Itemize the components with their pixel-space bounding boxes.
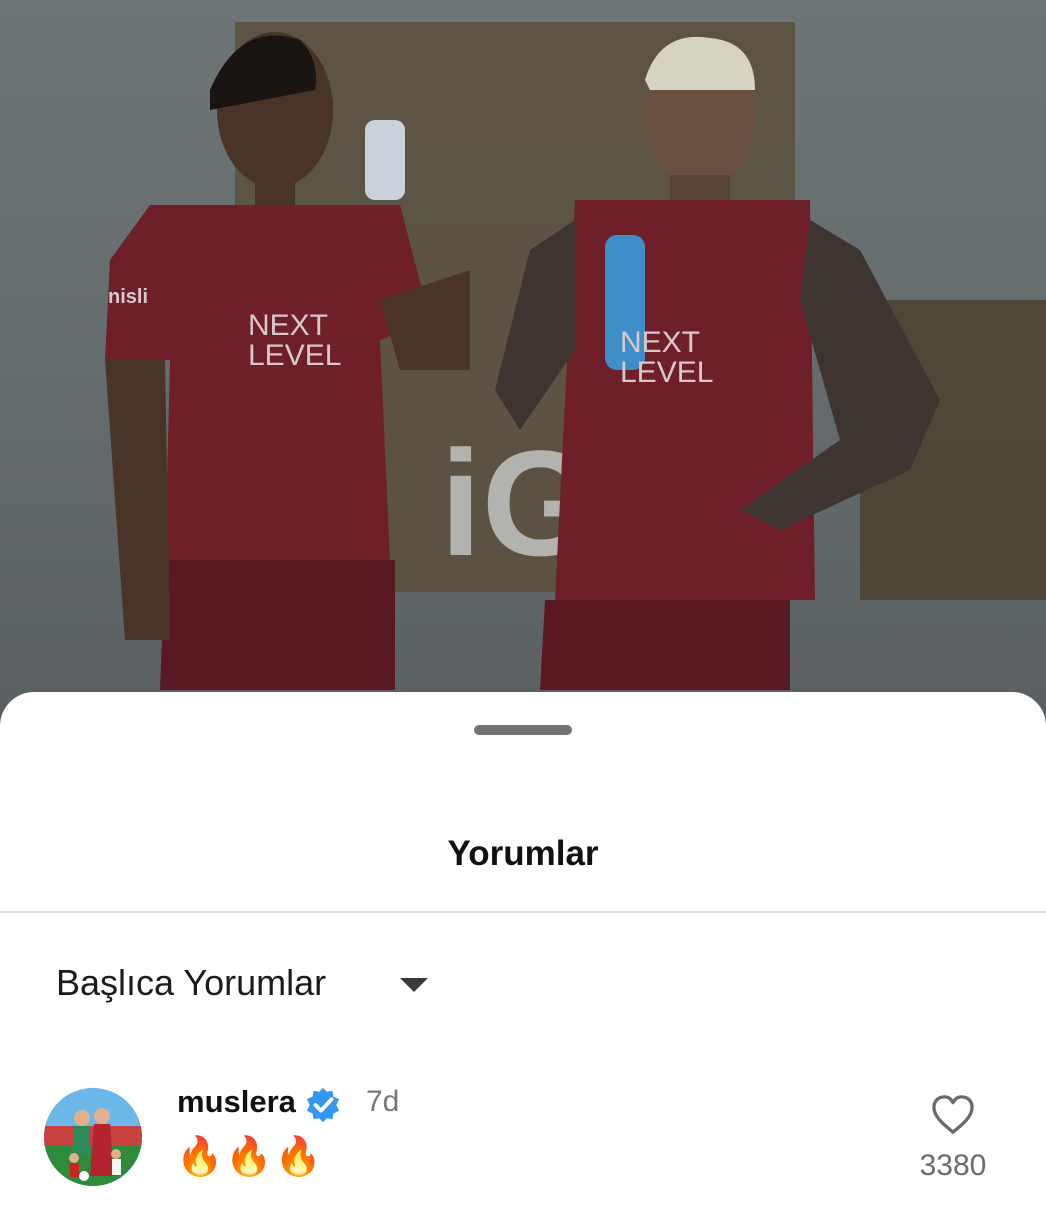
comments-sheet: Yorumlar Başlıca Yorumlar muslera 7d 🔥🔥🔥… [0, 692, 1046, 1212]
like-count: 3380 [919, 1149, 987, 1182]
post-background-photo: iG NEXT LEVEL nisli NEXT LEVEL [0, 0, 1046, 720]
caret-down-icon [400, 978, 429, 992]
avatar[interactable] [44, 1088, 142, 1186]
avatar-illustration [44, 1088, 142, 1186]
sort-dropdown[interactable]: Başlıca Yorumlar [56, 958, 429, 1008]
sheet-drag-handle[interactable] [474, 725, 572, 735]
sheet-title: Yorumlar [447, 834, 599, 873]
photo-illustration: iG NEXT LEVEL nisli NEXT LEVEL [105, 22, 1046, 690]
sort-dropdown-label: Başlıca Yorumlar [56, 962, 327, 1003]
comment-timestamp: 7d [366, 1085, 400, 1118]
comment-username[interactable]: muslera [177, 1082, 296, 1122]
jersey-text-right: NEXT [620, 326, 700, 359]
jersey-sponsor: nisli [108, 286, 148, 308]
jersey-text-left: NEXT [248, 309, 328, 342]
comment-item: muslera 7d 🔥🔥🔥 3380 [0, 1082, 1046, 1202]
svg-text:LEVEL: LEVEL [248, 339, 341, 372]
sheet-divider [0, 911, 1046, 913]
comment-text: 🔥🔥🔥 [176, 1136, 324, 1178]
verified-badge-icon [306, 1087, 340, 1123]
heart-icon[interactable] [930, 1094, 976, 1136]
svg-text:LEVEL: LEVEL [620, 356, 713, 389]
